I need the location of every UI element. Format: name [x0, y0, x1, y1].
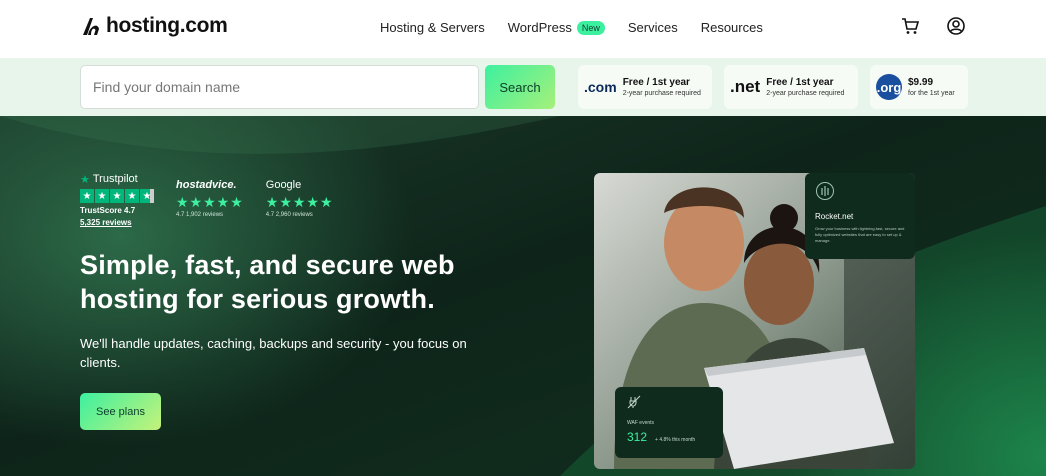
main-menu: Hosting & Servers WordPress New Services…	[380, 20, 763, 35]
logo-text: hosting.com	[106, 14, 228, 37]
hostadvice-meta: 4.7 1,902 reviews	[176, 212, 224, 218]
rocket-title: Rocket.net	[815, 212, 854, 221]
cart-icon[interactable]	[900, 16, 920, 36]
star-icon: ★	[95, 189, 109, 203]
star-icon: ★	[110, 189, 124, 203]
google-stars-icon: ★★★★★	[265, 194, 334, 210]
rocket-description: Grow your business with lightning-fast, …	[815, 226, 905, 243]
review-ratings: ★ Trustpilot ★ ★ ★ ★ ★ TrustScore 4.7 5,…	[80, 172, 334, 227]
tld-note: 2-year purchase required	[622, 89, 701, 97]
tld-name: .com	[584, 79, 617, 95]
waf-value: 312	[627, 430, 648, 444]
top-nav: hosting.com Hosting & Servers WordPress …	[0, 0, 1046, 58]
tld-com-card[interactable]: .com Free / 1st year 2-year purchase req…	[578, 65, 712, 109]
hero-headline: Simple, fast, and secure web hosting for…	[80, 248, 500, 316]
trustpilot-rating[interactable]: ★ Trustpilot ★ ★ ★ ★ ★ TrustScore 4.7 5,…	[80, 172, 154, 227]
headline-part: for serious growth.	[178, 284, 435, 314]
google-label: Google	[265, 179, 302, 191]
account-icon[interactable]	[946, 16, 966, 36]
tld-net-card[interactable]: .net Free / 1st year 2-year purchase req…	[724, 65, 858, 109]
trustpilot-label: Trustpilot	[92, 173, 138, 185]
tld-name: .net	[730, 77, 761, 96]
rocket-logo-icon	[816, 182, 834, 200]
headline-part: Simple, fast, and secure	[80, 250, 402, 280]
menu-wordpress-label: WordPress	[507, 20, 572, 35]
google-meta: 4.7 2,960 reviews	[265, 212, 313, 218]
trustpilot-brand: ★ Trustpilot	[80, 172, 154, 186]
waf-label: WAF events	[627, 420, 655, 426]
tld-note: 2-year purchase required	[766, 89, 845, 97]
tld-price: Free / 1st year	[766, 76, 834, 88]
hostadvice-label: hostadvice.	[176, 179, 237, 191]
hostadvice-stars-icon: ★★★★★	[176, 194, 244, 210]
trustpilot-star-icon: ★	[80, 173, 90, 186]
trustpilot-stars: ★ ★ ★ ★ ★	[80, 189, 154, 203]
search-button[interactable]: Search	[485, 65, 555, 109]
tld-price: Free / 1st year	[622, 76, 690, 88]
domain-search-input[interactable]	[80, 65, 479, 109]
nav-icons	[900, 16, 966, 36]
hero-subheading: We'll handle updates, caching, backups a…	[80, 336, 467, 370]
logo-mark-icon	[83, 18, 99, 35]
logo[interactable]: hosting.com	[80, 14, 228, 38]
waf-delta: + 4.8% this month	[655, 437, 696, 443]
tld-name: .org	[876, 74, 902, 100]
menu-resources[interactable]: Resources	[701, 20, 763, 35]
menu-hosting-servers[interactable]: Hosting & Servers	[380, 20, 485, 35]
google-rating[interactable]: Google ★★★★★ 4.7 2,960 reviews	[266, 178, 334, 227]
menu-wordpress[interactable]: WordPress New	[508, 20, 605, 35]
see-plans-button[interactable]: See plans	[80, 393, 161, 430]
hostadvice-rating[interactable]: hostadvice. ★★★★★ 4.7 1,902 reviews	[176, 178, 244, 227]
tld-note: for the 1st year	[908, 89, 955, 97]
rocket-net-card: Rocket.net Grow your business with light…	[805, 173, 915, 259]
tld-price: $9.99	[908, 76, 934, 88]
star-half-icon: ★	[140, 189, 154, 203]
star-icon: ★	[125, 189, 139, 203]
trustscore: TrustScore 4.7	[80, 206, 136, 215]
new-badge: New	[576, 20, 605, 35]
tld-org-card[interactable]: .org $9.99 for the 1st year	[870, 65, 968, 109]
trustpilot-reviews-link[interactable]: 5,325 reviews	[80, 218, 154, 227]
waf-events-card: WAF events 312 + 4.8% this month	[615, 387, 723, 458]
star-icon: ★	[80, 189, 94, 203]
shield-plug-icon	[627, 395, 641, 409]
menu-services[interactable]: Services	[628, 20, 678, 35]
waf-stats: 312 + 4.8% this month	[627, 430, 711, 444]
